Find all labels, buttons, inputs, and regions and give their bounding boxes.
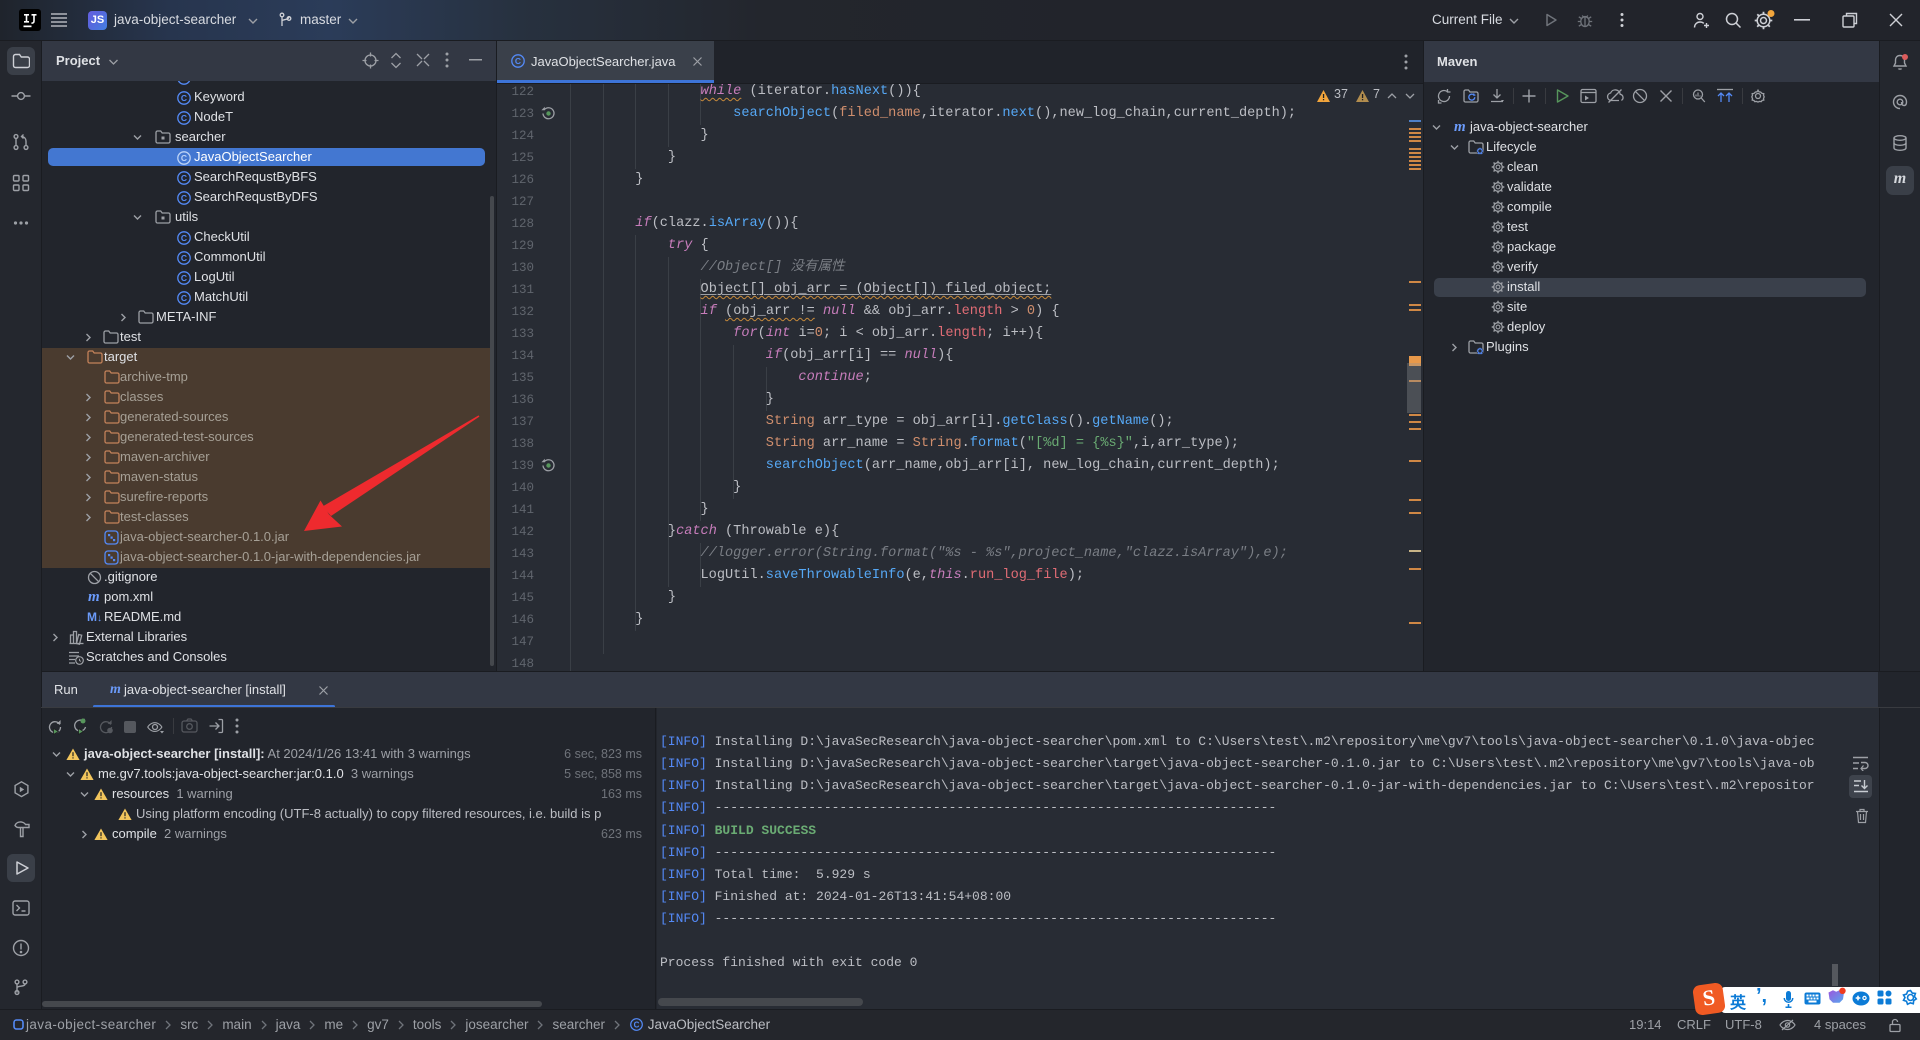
svg-text:C: C — [181, 173, 187, 183]
svg-text:C: C — [181, 113, 187, 123]
svg-text:C: C — [181, 253, 187, 263]
svg-text:C: C — [181, 153, 187, 163]
svg-text:C: C — [181, 193, 187, 203]
svg-text:C: C — [634, 1021, 640, 1030]
svg-text:C: C — [181, 233, 187, 243]
svg-text:C: C — [515, 56, 521, 66]
svg-text:C: C — [181, 293, 187, 303]
svg-text:C: C — [181, 93, 187, 103]
svg-text:C: C — [181, 273, 187, 283]
